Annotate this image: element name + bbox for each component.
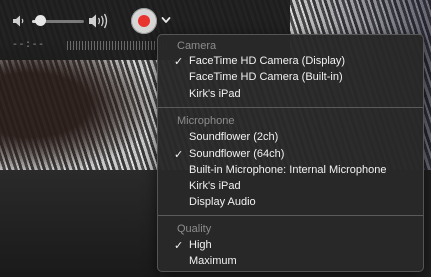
audio-level-meter xyxy=(67,41,167,50)
elapsed-time: --:-- xyxy=(12,40,45,51)
microphone-section-header: Microphone xyxy=(177,115,235,127)
menu-item-microphone-2[interactable]: Built-in Microphone: Internal Microphone xyxy=(158,163,423,179)
checkmark-icon: ✓ xyxy=(174,55,184,68)
menu-item-quality-1[interactable]: Maximum xyxy=(158,254,423,270)
quality-section-header: Quality xyxy=(177,223,212,235)
menu-item-camera-1[interactable]: FaceTime HD Camera (Built-in) xyxy=(158,70,423,86)
speaker-low-icon[interactable] xyxy=(12,14,26,28)
menu-item-microphone-1[interactable]: ✓ Soundflower (64ch) xyxy=(158,147,423,163)
checkmark-icon: ✓ xyxy=(174,148,184,161)
menu-item-microphone-0[interactable]: Soundflower (2ch) xyxy=(158,130,423,146)
menu-item-quality-0[interactable]: ✓ High xyxy=(158,238,423,254)
record-button[interactable] xyxy=(131,8,157,34)
menu-separator xyxy=(158,107,423,108)
recording-options-menu: Camera ✓ FaceTime HD Camera (Display) Fa… xyxy=(157,34,424,272)
volume-slider-knob[interactable] xyxy=(35,15,46,26)
menu-item-microphone-3[interactable]: Kirk's iPad xyxy=(158,179,423,195)
checkmark-icon: ✓ xyxy=(174,239,184,252)
menu-separator xyxy=(158,215,423,216)
camera-section-header: Camera xyxy=(177,40,217,52)
menu-item-camera-0[interactable]: ✓ FaceTime HD Camera (Display) xyxy=(158,54,423,70)
menu-item-camera-2[interactable]: Kirk's iPad xyxy=(158,87,423,103)
record-icon xyxy=(138,15,150,27)
chevron-down-icon[interactable] xyxy=(160,14,172,26)
menu-item-microphone-4[interactable]: Display Audio xyxy=(158,195,423,211)
speaker-high-icon[interactable] xyxy=(88,12,110,30)
